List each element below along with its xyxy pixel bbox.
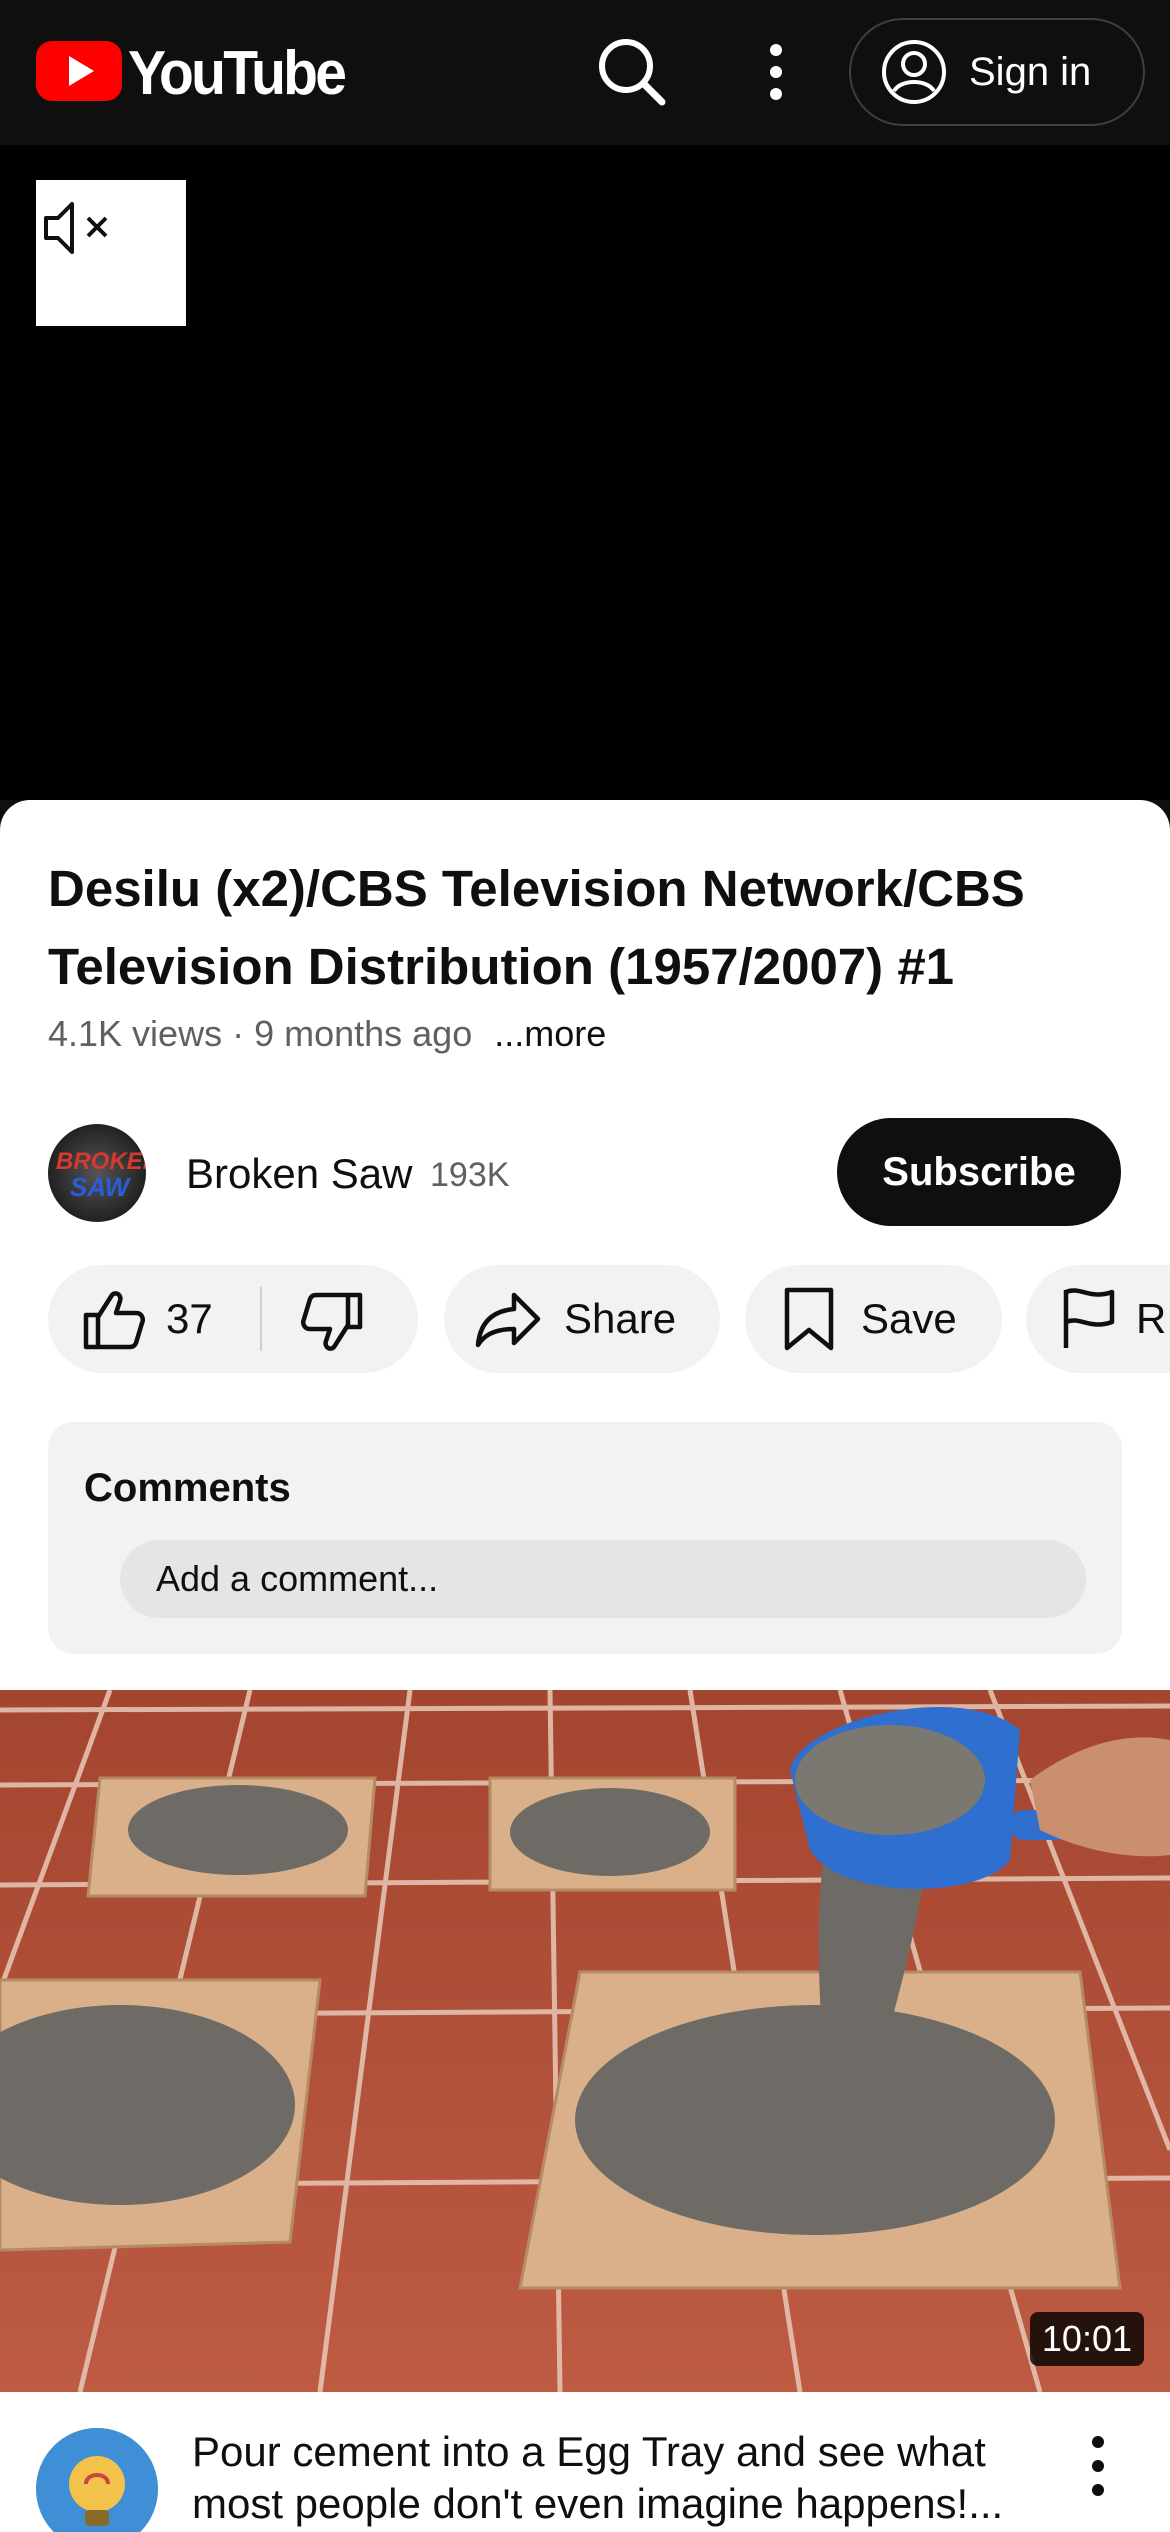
account-circle-icon	[882, 40, 946, 104]
bookmark-icon	[784, 1287, 834, 1351]
unmute-button[interactable]	[36, 180, 186, 326]
report-label: R	[1136, 1295, 1167, 1342]
share-button[interactable]: Share	[444, 1265, 720, 1373]
flag-icon	[1063, 1288, 1115, 1348]
views-and-age: 4.1K views · 9 months ago	[48, 1013, 473, 1054]
add-comment-input[interactable]: Add a comment...	[120, 1540, 1086, 1618]
like-dislike-pill: 37	[48, 1265, 418, 1373]
share-arrow-icon	[475, 1292, 541, 1348]
subscriber-count: 193K	[430, 1156, 510, 1194]
video-info-panel: Desilu (x2)/CBS Television Network/CBS T…	[0, 800, 1170, 1690]
search-icon[interactable]	[590, 30, 674, 114]
video-player[interactable]	[0, 145, 1170, 800]
thumbs-up-icon[interactable]	[82, 1289, 146, 1351]
video-metadata[interactable]: 4.1K views · 9 months ago ...more	[48, 1013, 606, 1055]
top-app-bar: YouTube Sign in	[0, 0, 1170, 145]
save-button[interactable]: Save	[745, 1265, 1002, 1373]
like-divider	[260, 1287, 262, 1351]
more-options-icon[interactable]	[740, 30, 812, 114]
comments-section[interactable]: Comments Add a comment...	[48, 1422, 1122, 1654]
channel-avatar[interactable]: BROKEN SAW	[48, 1124, 146, 1222]
sign-in-label: Sign in	[969, 49, 1092, 94]
channel-row: BROKEN SAW Broken Saw 193K Subscribe	[48, 1118, 1122, 1228]
channel-name[interactable]: Broken Saw	[186, 1150, 412, 1198]
subscribe-button[interactable]: Subscribe	[837, 1118, 1121, 1226]
video-duration: 10:01	[1029, 2312, 1144, 2366]
report-button[interactable]: R	[1026, 1265, 1170, 1373]
thumbnail-image	[0, 1690, 1170, 2392]
like-count[interactable]: 37	[166, 1295, 213, 1343]
sign-in-button[interactable]: Sign in	[849, 18, 1145, 126]
action-bar: 37 Share Save R	[48, 1265, 1170, 1373]
video-menu-icon[interactable]	[1078, 2428, 1118, 2508]
next-video-thumbnail[interactable]: 10:01	[0, 1690, 1170, 2392]
comments-title: Comments	[84, 1466, 291, 1510]
more-link[interactable]: ...more	[494, 1013, 606, 1054]
next-video-details[interactable]: Pour cement into a Egg Tray and see what…	[0, 2392, 1170, 2532]
lightbulb-icon	[36, 2428, 158, 2532]
share-label: Share	[564, 1295, 677, 1342]
video-title[interactable]: Desilu (x2)/CBS Television Network/CBS T…	[48, 850, 1108, 1006]
speaker-muted-icon	[44, 202, 108, 254]
next-channel-avatar[interactable]	[36, 2428, 158, 2532]
next-video-title[interactable]: Pour cement into a Egg Tray and see what…	[192, 2426, 1012, 2530]
avatar-text-bottom: SAW	[70, 1172, 130, 1202]
save-label: Save	[861, 1295, 957, 1342]
youtube-wordmark[interactable]: YouTube	[128, 38, 347, 109]
youtube-logo-icon[interactable]	[36, 41, 122, 101]
thumbs-down-icon[interactable]	[300, 1291, 364, 1353]
